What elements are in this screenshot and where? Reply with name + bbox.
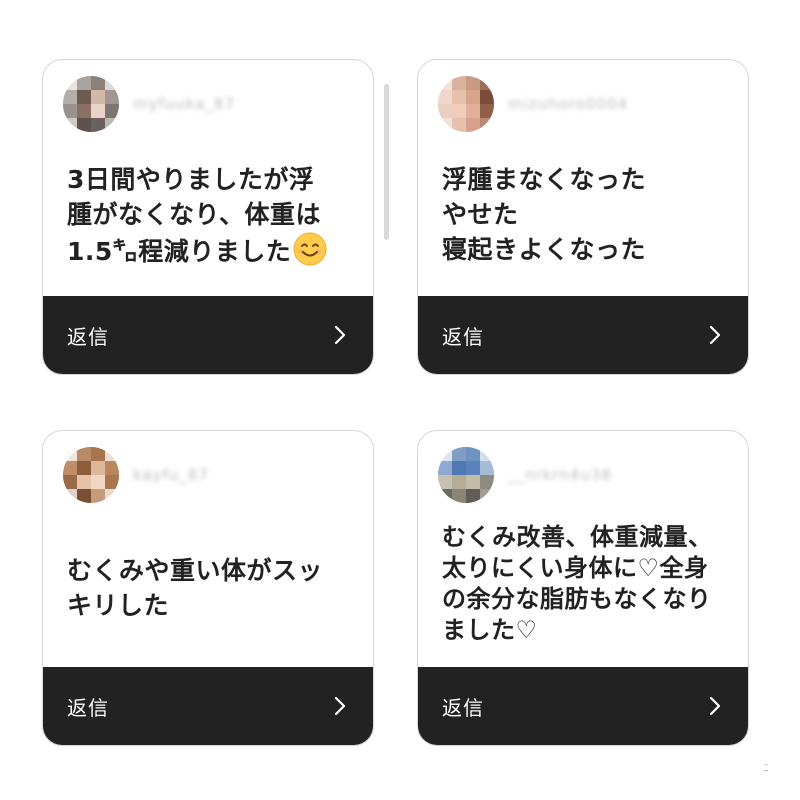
reply-label: 返信 — [442, 695, 484, 720]
scrollbar[interactable] — [384, 84, 389, 240]
reply-button[interactable]: 返信 — [43, 296, 373, 374]
avatar[interactable] — [438, 76, 494, 132]
reply-label: 返信 — [442, 324, 484, 349]
avatar[interactable] — [63, 76, 119, 132]
chevron-right-icon — [334, 325, 346, 345]
chevron-right-icon — [709, 325, 721, 345]
reply-button[interactable]: 返信 — [43, 667, 373, 745]
corner-mark: ⁻̲ — [763, 762, 768, 772]
review-card: myfuuka_87 3日間やりましたが浮 腫がなくなり、体重は 1.5㌔程減り… — [42, 59, 374, 375]
username[interactable]: __nrkrn4u38 — [508, 466, 612, 484]
comment-text: むくみや重い体がスッ キリした — [67, 556, 324, 620]
smiling-face-emoji-icon — [293, 232, 327, 266]
reply-button[interactable]: 返信 — [418, 667, 748, 745]
reply-button[interactable]: 返信 — [418, 296, 748, 374]
reply-label: 返信 — [67, 324, 109, 349]
review-card: kayfu_87 むくみや重い体がスッ キリした 返信 — [42, 430, 374, 746]
avatar[interactable] — [63, 447, 119, 503]
review-card: __nrkrn4u38 むくみ改善、体重減量、 太りにくい身体に♡全身 の余分な… — [417, 430, 749, 746]
comment-text: 浮腫まなくなった やせた 寝起きよくなった — [442, 165, 647, 264]
reviews-grid: myfuuka_87 3日間やりましたが浮 腫がなくなり、体重は 1.5㌔程減り… — [0, 0, 800, 800]
reply-label: 返信 — [67, 695, 109, 720]
username[interactable]: kayfu_87 — [133, 466, 209, 484]
avatar-image — [438, 76, 494, 132]
avatar-image — [63, 76, 119, 132]
comment-text: 3日間やりましたが浮 腫がなくなり、体重は 1.5㌔程減りました — [67, 162, 357, 269]
card-header: myfuuka_87 — [63, 76, 235, 132]
card-header: kayfu_87 — [63, 447, 209, 503]
username[interactable]: mizuhoro0004 — [508, 95, 628, 113]
chevron-right-icon — [334, 696, 346, 716]
username[interactable]: myfuuka_87 — [133, 95, 235, 113]
card-header: mizuhoro0004 — [438, 76, 628, 132]
comment-text: むくみ改善、体重減量、 太りにくい身体に♡全身 の余分な脂肪もなくなり ました♡ — [442, 523, 713, 644]
chevron-right-icon — [709, 696, 721, 716]
comment-body: 3日間やりましたが浮 腫がなくなり、体重は 1.5㌔程減りました — [67, 165, 322, 266]
review-card: mizuhoro0004 浮腫まなくなった やせた 寝起きよくなった 返信 — [417, 59, 749, 375]
avatar[interactable] — [438, 447, 494, 503]
card-header: __nrkrn4u38 — [438, 447, 612, 503]
avatar-image — [438, 447, 494, 503]
avatar-image — [63, 447, 119, 503]
